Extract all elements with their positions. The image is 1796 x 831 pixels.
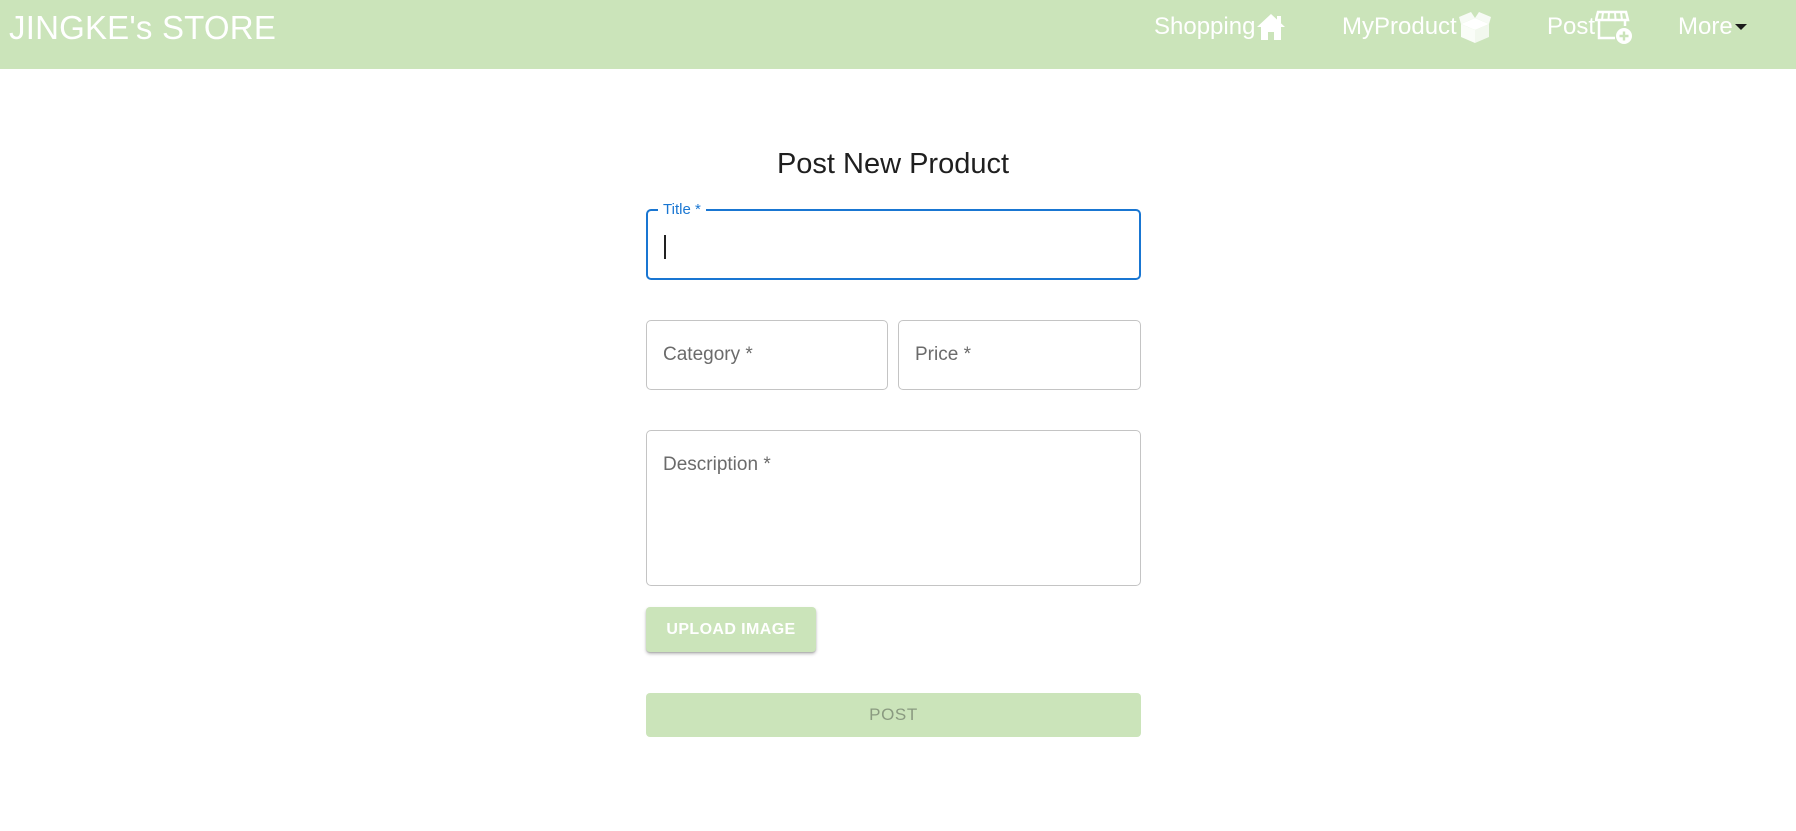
text-cursor — [664, 235, 666, 259]
category-label: Category * — [663, 344, 753, 365]
price-field[interactable]: Price * — [898, 320, 1141, 390]
storefront-add-icon — [1595, 9, 1633, 45]
description-field[interactable]: Description * — [646, 430, 1141, 586]
box-icon — [1457, 10, 1493, 44]
nav-post-label: Post — [1547, 13, 1596, 40]
description-label: Description * — [663, 454, 771, 475]
nav-shopping-label: Shopping — [1154, 13, 1256, 40]
home-icon — [1255, 12, 1287, 42]
price-label: Price * — [915, 344, 971, 365]
nav-myproduct-label: MyProduct — [1342, 13, 1457, 40]
store-brand[interactable]: JINGKE's STORE — [9, 10, 276, 46]
nav-myproduct[interactable]: MyProduct — [1342, 10, 1493, 44]
caret-down-icon — [1733, 21, 1749, 33]
title-label: Title * — [658, 201, 706, 218]
upload-image-button[interactable]: UPLOAD IMAGE — [646, 607, 816, 652]
title-field[interactable]: Title * — [646, 201, 1141, 280]
category-field[interactable]: Category * — [646, 320, 888, 390]
page-title: Post New Product — [776, 148, 1010, 180]
nav-more-dropdown[interactable]: More — [1678, 10, 1749, 44]
post-button[interactable]: POST — [646, 693, 1141, 737]
nav-more-label: More — [1678, 13, 1733, 40]
top-navbar: JINGKE's STORE Shopping MyProduct Post M… — [0, 0, 1796, 69]
nav-shopping[interactable]: Shopping — [1154, 10, 1287, 44]
nav-post[interactable]: Post — [1547, 10, 1633, 44]
